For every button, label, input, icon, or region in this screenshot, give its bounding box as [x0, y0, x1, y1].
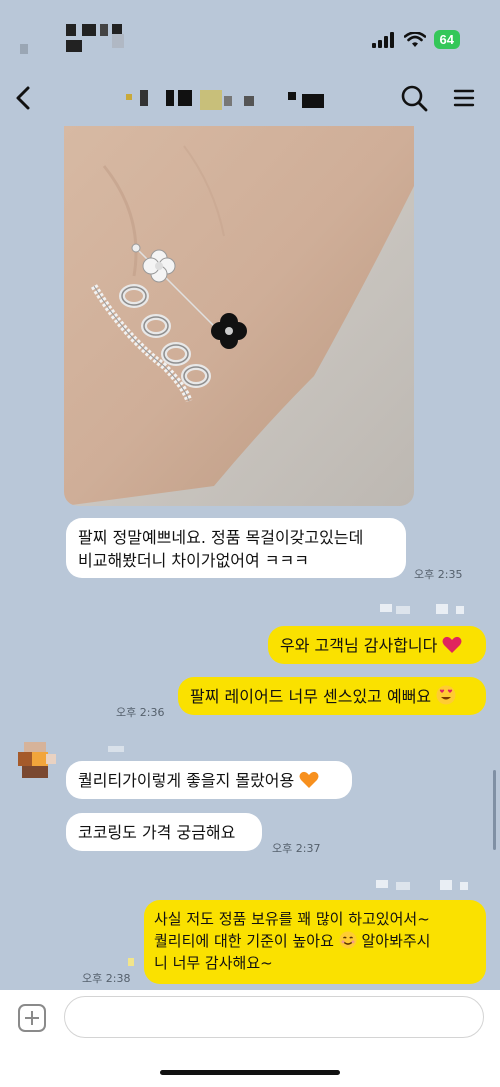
message-timestamp: 오후 2:37 [272, 842, 321, 855]
read-receipt-pixelated [440, 880, 452, 890]
wifi-icon [403, 31, 426, 47]
message-bubble-incoming[interactable]: 코코링도 가격 궁금해요 [66, 813, 262, 851]
read-receipt-pixelated [456, 606, 464, 614]
read-receipt-pixelated [460, 882, 468, 890]
message-input[interactable] [64, 996, 484, 1038]
message-text: 팔찌 레이어드 너무 센스있고 예뻐요 [190, 687, 432, 706]
red-heart-emoji [442, 636, 462, 653]
message-timestamp: 오후 2:38 [82, 972, 131, 985]
message-bubble-outgoing[interactable]: 사실 저도 정품 보유를 꽤 많이 하고있어서~ 퀄리티에 대한 기준이 높아요… [144, 900, 486, 984]
chat-header [0, 70, 500, 126]
message-text-line: 니 너무 감사해요~ [154, 954, 273, 972]
menu-button[interactable] [448, 82, 480, 114]
message-bubble-outgoing[interactable]: 우와 고객님 감사합니다 [268, 626, 486, 664]
heart-eyes-emoji [436, 685, 456, 705]
message-text: 퀄리티가이렇게 좋을지 몰랐어용 [78, 771, 295, 790]
bracelet-photo [64, 126, 414, 506]
scrollbar[interactable] [493, 770, 496, 850]
read-receipt-pixelated [396, 606, 410, 614]
cellular-signal-icon [371, 31, 394, 48]
read-receipt-pixelated [376, 880, 388, 888]
sender-avatar[interactable] [16, 740, 58, 782]
message-text: 코코링도 가격 궁금해요 [78, 823, 236, 842]
hamburger-menu-icon [453, 89, 475, 107]
message-bubble-outgoing[interactable]: 팔찌 레이어드 너무 센스있고 예뻐요 [178, 677, 486, 715]
back-button[interactable] [6, 78, 42, 118]
chevron-left-icon [16, 86, 30, 110]
message-text: 알아봐주시 [361, 932, 431, 950]
sender-name-pixelated [108, 746, 124, 752]
read-receipt-pixelated [436, 604, 448, 614]
status-bar: 64 [0, 0, 500, 70]
message-timestamp: 오후 2:35 [414, 568, 463, 581]
message-bubble-incoming[interactable]: 퀄리티가이렇게 좋을지 몰랐어용 [66, 761, 352, 799]
read-receipt-pixelated [380, 604, 392, 612]
message-input-bar [0, 990, 500, 1087]
status-time-pixelated [20, 24, 130, 54]
search-button[interactable] [398, 82, 430, 114]
read-receipt-pixelated [396, 882, 410, 890]
search-icon [401, 85, 428, 112]
message-text: 퀄리티에 대한 기준이 높아요 [154, 932, 334, 950]
sender-avatar-pixelated [16, 740, 58, 782]
message-text-line: 사실 저도 정품 보유를 꽤 많이 하고있어서~ [154, 910, 430, 928]
message-text: 우와 고객님 감사합니다 [280, 636, 438, 655]
message-text-line: 비교해봤더니 차이가없어여 ㅋㅋㅋ [78, 551, 309, 570]
battery-indicator: 64 [433, 30, 460, 49]
status-icons: 64 [371, 30, 460, 49]
message-timestamp: 오후 2:36 [116, 706, 165, 719]
smiling-face-emoji [339, 931, 357, 949]
bracelet-photo-message[interactable] [64, 126, 414, 506]
message-bubble-incoming[interactable]: 팔찌 정말예쁘네요. 정품 목걸이갖고있는데 비교해봤더니 차이가없어여 ㅋㅋㅋ [66, 518, 406, 578]
add-attachment-button[interactable] [18, 1004, 46, 1032]
home-indicator [160, 1070, 340, 1075]
message-text-line: 팔찌 정말예쁘네요. 정품 목걸이갖고있는데 [78, 528, 364, 547]
orange-heart-emoji [299, 771, 319, 788]
chat-room-title-pixelated [120, 90, 340, 110]
read-receipt-pixelated [128, 958, 134, 966]
message-text-line: 퀄리티에 대한 기준이 높아요 알아봐주시 [154, 930, 476, 952]
